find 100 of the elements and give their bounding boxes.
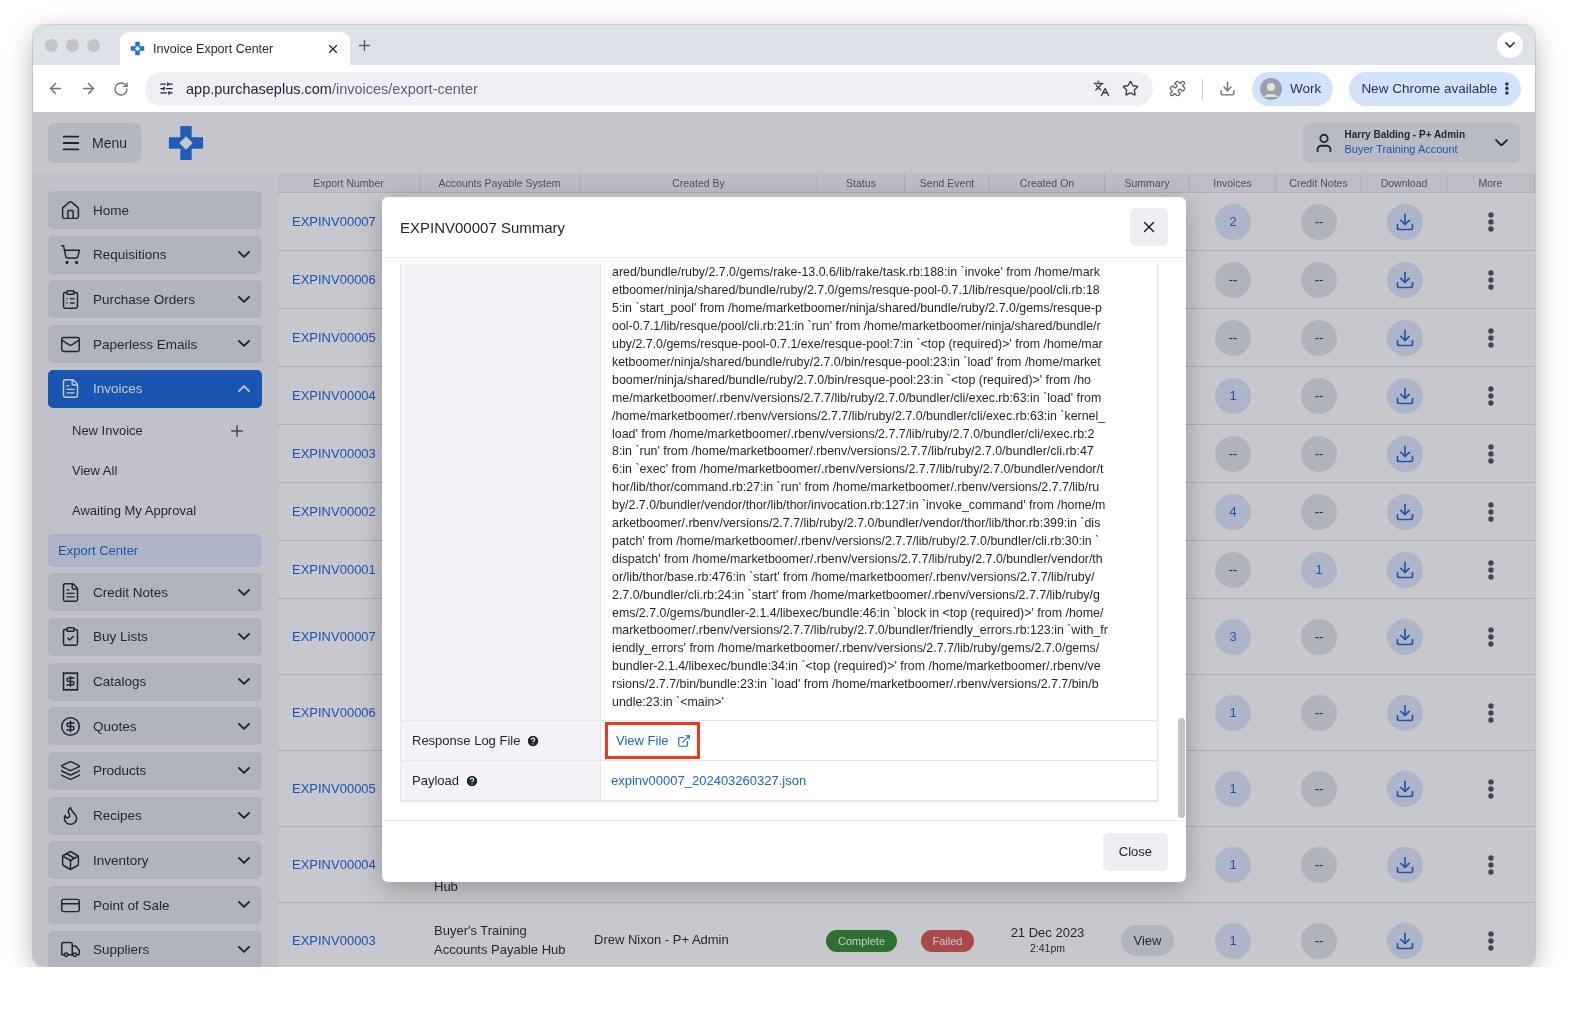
sidebar-item[interactable]: Buy Lists: [48, 617, 262, 656]
export-number-link[interactable]: EXPINV00003: [278, 933, 420, 948]
download-button[interactable]: [1386, 493, 1423, 530]
close-button[interactable]: [1130, 208, 1168, 246]
download-button[interactable]: [1386, 261, 1423, 298]
column-header[interactable]: Invoices: [1190, 173, 1276, 192]
column-header[interactable]: Accounts Payable System: [420, 173, 580, 192]
sidebar-subitem[interactable]: Export Center: [48, 533, 262, 567]
download-button[interactable]: [1386, 846, 1423, 883]
more-options-button[interactable]: [1488, 327, 1494, 348]
more-options-button[interactable]: [1488, 443, 1494, 464]
invoice-count[interactable]: 2: [1215, 203, 1251, 240]
more-options-button[interactable]: [1488, 559, 1494, 580]
view-summary-button[interactable]: View: [1120, 925, 1175, 956]
downloads-icon[interactable]: [1219, 80, 1237, 97]
column-header[interactable]: Credit Notes: [1276, 173, 1362, 192]
download-button[interactable]: [1386, 377, 1423, 414]
invoice-count[interactable]: --: [1215, 435, 1251, 472]
more-options-button[interactable]: [1488, 778, 1494, 799]
maximize-window-dot[interactable]: [87, 38, 100, 52]
download-button[interactable]: [1386, 770, 1423, 807]
sidebar-item[interactable]: Inventory: [48, 841, 262, 880]
sidebar-item[interactable]: Home: [48, 191, 262, 229]
close-button[interactable]: Close: [1102, 832, 1168, 871]
invoice-count[interactable]: 1: [1215, 770, 1251, 807]
invoice-count[interactable]: --: [1215, 551, 1251, 588]
sidebar-item[interactable]: Suppliers: [48, 930, 262, 967]
site-settings-icon[interactable]: [159, 81, 174, 96]
sidebar-item[interactable]: Recipes: [48, 796, 262, 835]
invoice-count[interactable]: 1: [1215, 922, 1251, 959]
back-icon[interactable]: [47, 80, 64, 97]
credit-note-count[interactable]: --: [1301, 377, 1337, 414]
scrollbar[interactable]: [1178, 718, 1185, 818]
more-options-button[interactable]: [1488, 501, 1494, 522]
credit-note-count[interactable]: --: [1301, 618, 1337, 655]
payload-file-link[interactable]: expinv00007_202403260327.json: [611, 773, 807, 788]
column-header[interactable]: Summary: [1105, 173, 1190, 192]
credit-note-count[interactable]: --: [1301, 922, 1337, 959]
tab-list-button[interactable]: [1497, 32, 1523, 58]
sidebar-item[interactable]: Requisitions: [48, 235, 262, 274]
sidebar-subitem[interactable]: View All: [48, 454, 262, 488]
credit-note-count[interactable]: --: [1301, 493, 1337, 530]
sidebar-item[interactable]: Paperless Emails: [48, 325, 262, 364]
sidebar-item[interactable]: Point of Sale: [48, 886, 262, 924]
column-header[interactable]: Export Number: [278, 173, 420, 192]
column-header[interactable]: Created On: [990, 173, 1105, 192]
help-icon[interactable]: [526, 733, 541, 748]
invoice-count[interactable]: --: [1215, 261, 1251, 298]
invoice-count[interactable]: 1: [1215, 377, 1251, 414]
column-header[interactable]: Status: [818, 173, 905, 192]
invoice-count[interactable]: --: [1215, 319, 1251, 356]
more-options-button[interactable]: [1488, 702, 1494, 723]
minimize-window-dot[interactable]: [66, 38, 79, 52]
column-header[interactable]: More: [1447, 173, 1535, 192]
credit-note-count[interactable]: --: [1301, 203, 1337, 240]
download-button[interactable]: [1386, 203, 1423, 240]
browser-tab[interactable]: Invoice Export Center: [120, 32, 350, 65]
sidebar-subitem[interactable]: Awaiting My Approval: [48, 493, 262, 527]
more-options-button[interactable]: [1488, 626, 1494, 647]
address-bar[interactable]: app.purchaseplus.com/invoices/export-center: [145, 71, 1154, 106]
sidebar-item[interactable]: Purchase Orders: [48, 280, 262, 319]
reload-icon[interactable]: [113, 80, 129, 97]
profile-button[interactable]: Work: [1252, 71, 1334, 106]
credit-note-count[interactable]: --: [1301, 846, 1337, 883]
credit-note-count[interactable]: --: [1301, 319, 1337, 356]
download-button[interactable]: [1386, 922, 1423, 959]
sidebar-item[interactable]: Quotes: [48, 707, 262, 746]
more-options-button[interactable]: [1488, 385, 1494, 406]
column-header[interactable]: Created By: [580, 173, 818, 192]
more-options-button[interactable]: [1488, 269, 1494, 290]
download-button[interactable]: [1386, 694, 1423, 731]
invoice-count[interactable]: 4: [1215, 493, 1251, 530]
download-button[interactable]: [1386, 319, 1423, 356]
more-options-button[interactable]: [1488, 854, 1494, 875]
view-file-link[interactable]: View File: [616, 733, 691, 748]
download-button[interactable]: [1386, 551, 1423, 588]
sidebar-item[interactable]: Invoices: [48, 369, 262, 408]
invoice-count[interactable]: 1: [1215, 846, 1251, 883]
invoice-count[interactable]: 1: [1215, 694, 1251, 731]
user-account-button[interactable]: Harry Balding - P+ Admin Buyer Training Account: [1302, 122, 1520, 163]
more-options-button[interactable]: [1488, 930, 1494, 951]
credit-note-count[interactable]: --: [1301, 770, 1337, 807]
invoice-count[interactable]: 3: [1215, 618, 1251, 655]
extensions-icon[interactable]: [1169, 80, 1187, 97]
credit-note-count[interactable]: --: [1301, 694, 1337, 731]
credit-note-count[interactable]: --: [1301, 261, 1337, 298]
sidebar-item[interactable]: Products: [48, 751, 262, 790]
credit-note-count[interactable]: 1: [1301, 551, 1337, 588]
column-header[interactable]: Send Event: [905, 173, 990, 192]
sidebar-item[interactable]: Credit Notes: [48, 573, 262, 612]
forward-icon[interactable]: [80, 80, 97, 97]
bookmark-star-icon[interactable]: [1122, 80, 1140, 97]
column-header[interactable]: Download: [1362, 173, 1447, 192]
close-window-dot[interactable]: [45, 38, 58, 52]
chrome-update-button[interactable]: New Chrome available: [1349, 71, 1521, 106]
translate-icon[interactable]: [1093, 80, 1111, 97]
menu-button[interactable]: Menu: [48, 122, 142, 163]
more-options-button[interactable]: [1488, 211, 1494, 232]
download-button[interactable]: [1386, 618, 1423, 655]
sidebar-subitem[interactable]: New Invoice: [48, 414, 262, 448]
